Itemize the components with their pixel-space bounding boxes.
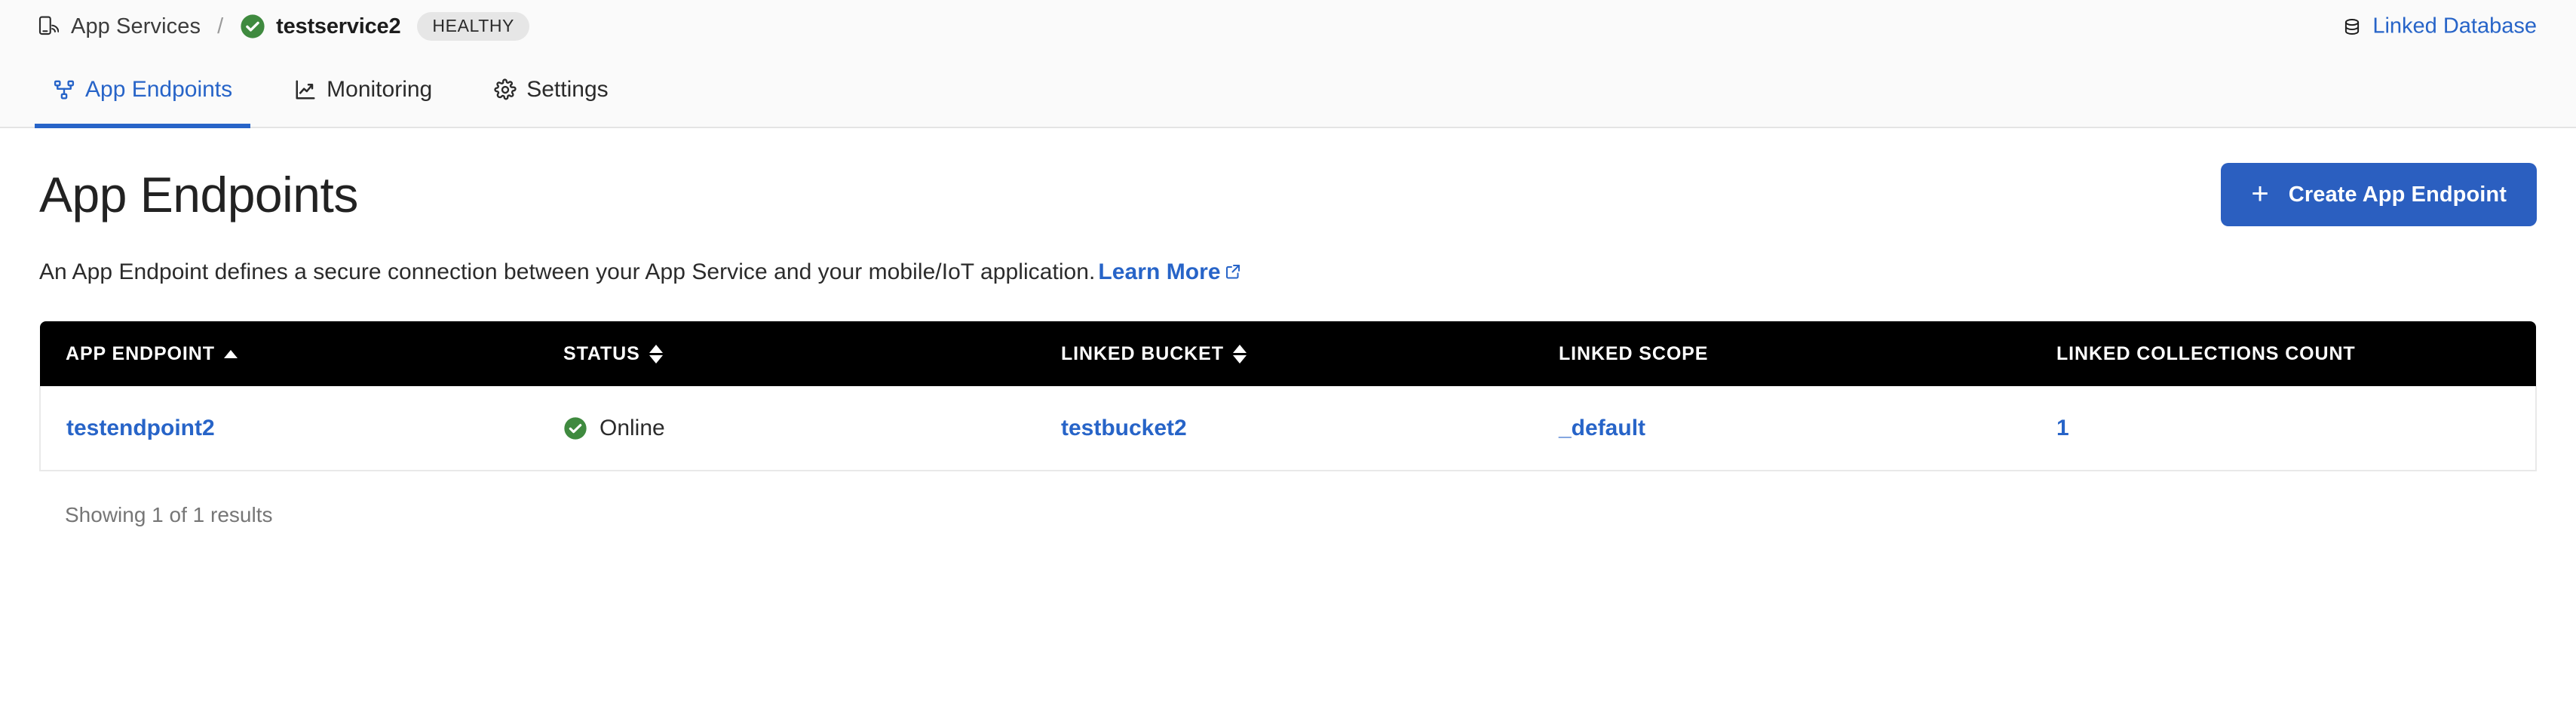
breadcrumb-current: testservice2: [276, 14, 400, 39]
learn-more-link[interactable]: Learn More: [1098, 259, 1220, 284]
column-header-status[interactable]: STATUS: [538, 321, 1035, 386]
sort-both-icon[interactable]: [1233, 345, 1247, 364]
linked-bucket-link[interactable]: testbucket2: [1061, 416, 1187, 440]
table-row: testendpoint2 Online: [40, 386, 2536, 471]
tab-settings-label: Settings: [526, 77, 608, 103]
linked-database-link[interactable]: Linked Database: [2342, 14, 2537, 39]
column-header-linked-collections-count-label: LINKED COLLECTIONS COUNT: [2056, 343, 2356, 365]
column-header-linked-bucket-label: LINKED BUCKET: [1061, 343, 1224, 365]
page-title: App Endpoints: [39, 166, 358, 223]
tab-bar: App Endpoints Monitoring Settings: [0, 53, 2576, 128]
mobile-wireless-icon: [35, 14, 60, 39]
column-header-app-endpoint[interactable]: APP ENDPOINT: [40, 321, 538, 386]
tab-app-endpoints[interactable]: App Endpoints: [35, 53, 250, 127]
tab-app-endpoints-label: App Endpoints: [85, 77, 232, 103]
breadcrumb-separator: /: [217, 14, 223, 39]
cell-linked-bucket: testbucket2: [1035, 386, 1533, 471]
breadcrumb-bar: App Services / testservice2 HEALTHY Link…: [0, 0, 2576, 53]
cell-linked-collections-count: 1: [2031, 386, 2536, 471]
status-badge: HEALTHY: [417, 12, 529, 41]
tab-monitoring[interactable]: Monitoring: [276, 53, 450, 127]
page-description: An App Endpoint defines a secure connect…: [39, 259, 2537, 285]
linked-database-label: Linked Database: [2372, 14, 2537, 39]
results-count: Showing 1 of 1 results: [39, 503, 2537, 527]
page-description-text: An App Endpoint defines a secure connect…: [39, 259, 1095, 284]
breadcrumb: App Services / testservice2 HEALTHY: [35, 12, 529, 41]
linked-scope-link[interactable]: _default: [1559, 416, 1645, 440]
tab-monitoring-label: Monitoring: [327, 77, 432, 103]
check-circle-icon: [563, 416, 587, 440]
gear-icon: [494, 78, 517, 101]
app-endpoints-table: APP ENDPOINT STATUS LINKED BUCKET: [39, 321, 2537, 527]
column-header-linked-bucket[interactable]: LINKED BUCKET: [1035, 321, 1533, 386]
sitemap-icon: [53, 78, 75, 101]
column-header-linked-scope-label: LINKED SCOPE: [1559, 343, 1708, 365]
create-app-endpoint-label: Create App Endpoint: [2289, 183, 2507, 207]
cell-linked-scope: _default: [1533, 386, 2031, 471]
plus-icon: +: [2251, 179, 2268, 209]
chart-line-icon: [294, 78, 317, 101]
linked-collections-count-link[interactable]: 1: [2056, 416, 2069, 440]
column-header-app-endpoint-label: APP ENDPOINT: [66, 343, 215, 365]
sort-asc-icon[interactable]: [224, 350, 238, 358]
check-circle-icon: [240, 14, 265, 39]
external-link-icon: [1224, 261, 1242, 279]
column-header-linked-scope: LINKED SCOPE: [1533, 321, 2031, 386]
tab-settings[interactable]: Settings: [476, 53, 626, 127]
page-header-row: App Endpoints + Create App Endpoint: [39, 163, 2537, 226]
app-endpoint-link[interactable]: testendpoint2: [66, 416, 215, 440]
breadcrumb-root-link[interactable]: App Services: [71, 14, 201, 39]
table-header-row: APP ENDPOINT STATUS LINKED BUCKET: [40, 321, 2536, 386]
database-icon: [2342, 16, 2363, 37]
column-header-status-label: STATUS: [563, 343, 640, 365]
cell-status: Online: [538, 386, 1035, 471]
status-text: Online: [600, 416, 665, 441]
main-content: App Endpoints + Create App Endpoint An A…: [0, 128, 2576, 527]
cell-app-endpoint: testendpoint2: [40, 386, 538, 471]
create-app-endpoint-button[interactable]: + Create App Endpoint: [2221, 163, 2537, 226]
column-header-linked-collections-count: LINKED COLLECTIONS COUNT: [2031, 321, 2536, 386]
sort-both-icon[interactable]: [649, 345, 663, 364]
